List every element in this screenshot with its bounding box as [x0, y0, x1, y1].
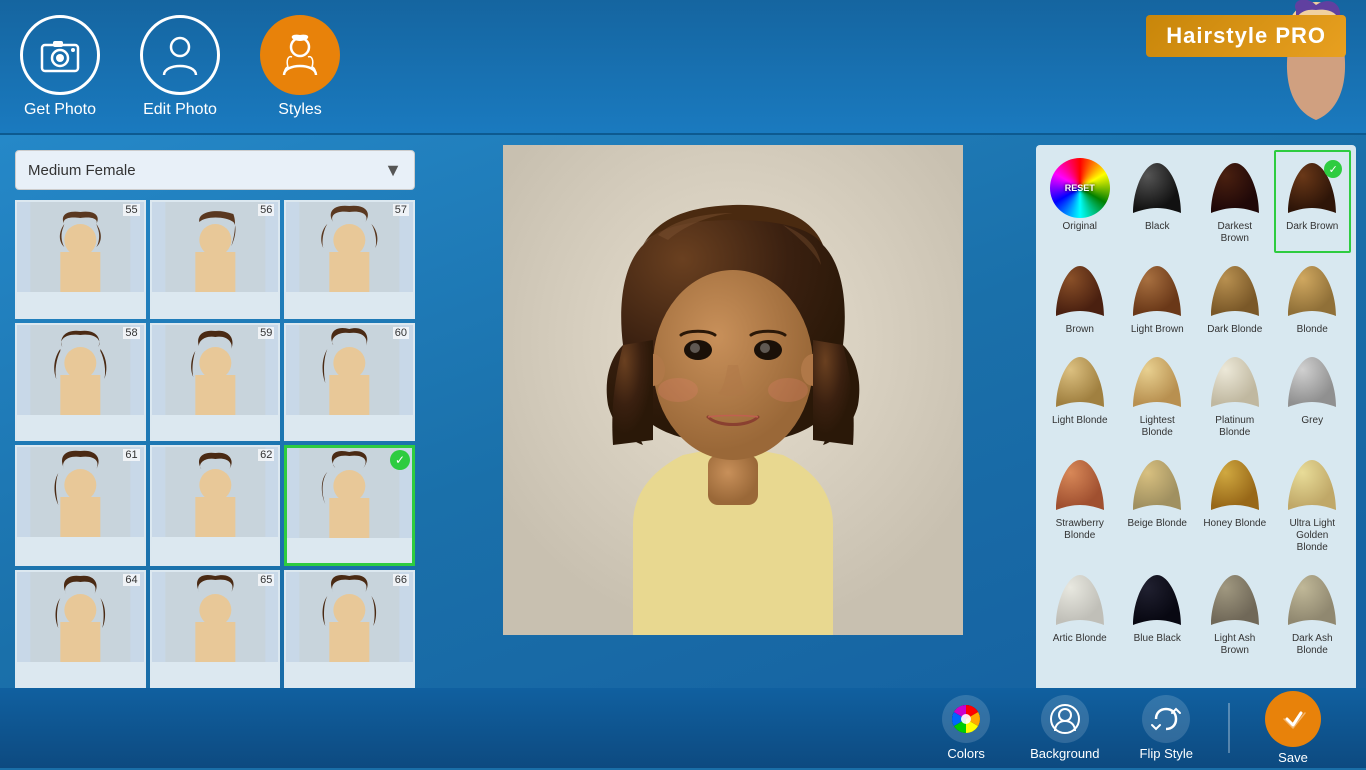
style-item-61[interactable]: 61 [15, 445, 146, 566]
color-grey[interactable]: Grey [1274, 344, 1352, 447]
header: Get Photo Edit Photo Styles Hairstyle PR… [0, 0, 1366, 135]
style-item-64[interactable]: 64 [15, 570, 146, 689]
style-item-57[interactable]: 57 [284, 200, 415, 319]
color-dark-blonde[interactable]: Dark Blonde [1196, 253, 1274, 344]
flip-style-button[interactable]: Flip Style [1125, 690, 1208, 766]
styles-label: Styles [278, 101, 322, 119]
style-item-58[interactable]: 58 [15, 323, 146, 442]
color-beige-blonde[interactable]: Beige Blonde [1119, 447, 1197, 562]
styles-icon [260, 15, 340, 95]
flip-style-icon [1142, 695, 1190, 743]
color-lightest-blonde[interactable]: Lightest Blonde [1119, 344, 1197, 447]
color-light-blonde[interactable]: Light Blonde [1041, 344, 1119, 447]
dropdown-value: Medium Female [28, 162, 136, 179]
style-item-62[interactable]: 62 [150, 445, 281, 566]
style-item-60[interactable]: 60 [284, 323, 415, 442]
app-title: Hairstyle PRO [1146, 15, 1346, 57]
toolbar-divider [1228, 703, 1230, 753]
colors-button[interactable]: Colors [927, 690, 1005, 766]
background-icon [1041, 695, 1089, 743]
color-light-ash-brown[interactable]: Light Ash Brown [1196, 562, 1274, 665]
color-panel: RESET Original Black [1036, 145, 1356, 688]
edit-photo-label: Edit Photo [143, 101, 217, 119]
get-photo-label: Get Photo [24, 101, 96, 119]
color-blue-black[interactable]: Blue Black [1119, 562, 1197, 665]
color-dark-ash-blonde[interactable]: Dark Ash Blonde [1274, 562, 1352, 665]
style-item-59[interactable]: 59 [150, 323, 281, 442]
save-label: Save [1278, 750, 1308, 765]
color-blonde[interactable]: Blonde [1274, 253, 1352, 344]
style-item-56[interactable]: 56 [150, 200, 281, 319]
nav-styles[interactable]: Styles [260, 15, 340, 119]
color-light-brown[interactable]: Light Brown [1119, 253, 1197, 344]
color-black[interactable]: Black [1119, 150, 1197, 253]
center-panel [430, 135, 1036, 688]
style-item-55[interactable]: 55 [15, 200, 146, 319]
preview-frame [503, 145, 963, 635]
color-original[interactable]: RESET Original [1041, 150, 1119, 253]
style-item-63[interactable]: ✓ [284, 445, 415, 566]
left-panel: Medium Female ▼ 55 56 [0, 135, 430, 688]
nav-edit-photo[interactable]: Edit Photo [140, 15, 220, 119]
color-ultra-light-golden[interactable]: Ultra Light Golden Blonde [1274, 447, 1352, 562]
style-item-66[interactable]: 66 [284, 570, 415, 689]
edit-photo-icon [140, 15, 220, 95]
color-brown[interactable]: Brown [1041, 253, 1119, 344]
color-grid: RESET Original Black [1036, 145, 1356, 670]
toolbar: Colors Background Flip Style [0, 688, 1366, 768]
background-button[interactable]: Background [1015, 690, 1114, 766]
style-item-65[interactable]: 65 [150, 570, 281, 689]
style-category-dropdown[interactable]: Medium Female ▼ [15, 150, 415, 190]
color-honey-blonde[interactable]: Honey Blonde [1196, 447, 1274, 562]
save-button[interactable]: Save [1250, 686, 1336, 770]
color-dark-brown[interactable]: ✓ Dark Brown [1274, 150, 1352, 253]
dropdown-arrow-icon: ▼ [384, 160, 402, 181]
main-content: Medium Female ▼ 55 56 [0, 135, 1366, 688]
color-darkest-brown[interactable]: Darkest Brown [1196, 150, 1274, 253]
flip-style-label: Flip Style [1140, 746, 1193, 761]
style-grid: 55 56 [15, 200, 415, 688]
color-artic-blonde[interactable]: Artic Blonde [1041, 562, 1119, 665]
get-photo-icon [20, 15, 100, 95]
save-icon [1265, 691, 1321, 747]
nav-get-photo[interactable]: Get Photo [20, 15, 100, 119]
background-label: Background [1030, 746, 1099, 761]
logo-area: Hairstyle PRO [1066, 0, 1366, 135]
colors-icon [942, 695, 990, 743]
colors-label: Colors [947, 746, 985, 761]
color-platinum-blonde[interactable]: Platinum Blonde [1196, 344, 1274, 447]
color-strawberry-blonde[interactable]: Strawberry Blonde [1041, 447, 1119, 562]
